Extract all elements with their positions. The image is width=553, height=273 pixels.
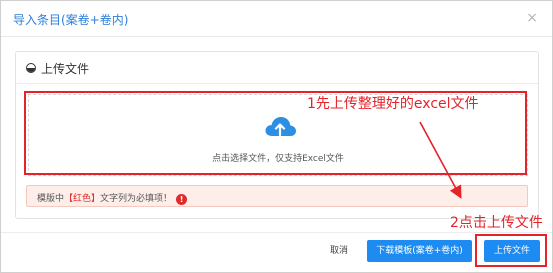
- close-icon[interactable]: ×: [526, 11, 538, 25]
- required-fields-notice: 模版中【红色】文字列为必填项！!: [26, 185, 528, 207]
- dropzone-hint: 点击选择文件，仅支持Excel文件: [212, 154, 344, 164]
- dialog-title: 导入条目(案卷+卷内): [13, 13, 129, 27]
- annotation-step-2: 2点击上传文件: [450, 215, 543, 231]
- import-dialog: 导入条目(案卷+卷内) × 上传文件 点击选择文件，仅支持Excel文件 模版中…: [0, 0, 553, 273]
- upload-panel: 上传文件 点击选择文件，仅支持Excel文件 模版中【红色】文字列为必填项！!: [15, 51, 539, 219]
- upload-file-button[interactable]: 上传文件: [484, 240, 540, 262]
- download-template-button[interactable]: 下载模板(案卷+卷内): [367, 240, 472, 262]
- warning-icon: !: [176, 194, 188, 205]
- panel-header: 上传文件: [16, 52, 538, 84]
- annotation-step-1: 1先上传整理好的excel文件: [307, 96, 479, 112]
- dialog-header: 导入条目(案卷+卷内) ×: [1, 1, 552, 37]
- cloud-upload-icon: [265, 117, 296, 137]
- cancel-button[interactable]: 取消: [319, 240, 359, 262]
- upload-section-icon: [26, 63, 36, 73]
- footer-divider: [1, 232, 552, 233]
- notice-prefix: 模版中: [37, 194, 65, 204]
- notice-suffix: 文字列为必填项！: [100, 194, 173, 204]
- notice-text: 模版中【红色】文字列为必填项！!: [37, 191, 188, 205]
- panel-title: 上传文件: [41, 62, 90, 76]
- notice-highlight: 【红色】: [64, 194, 101, 204]
